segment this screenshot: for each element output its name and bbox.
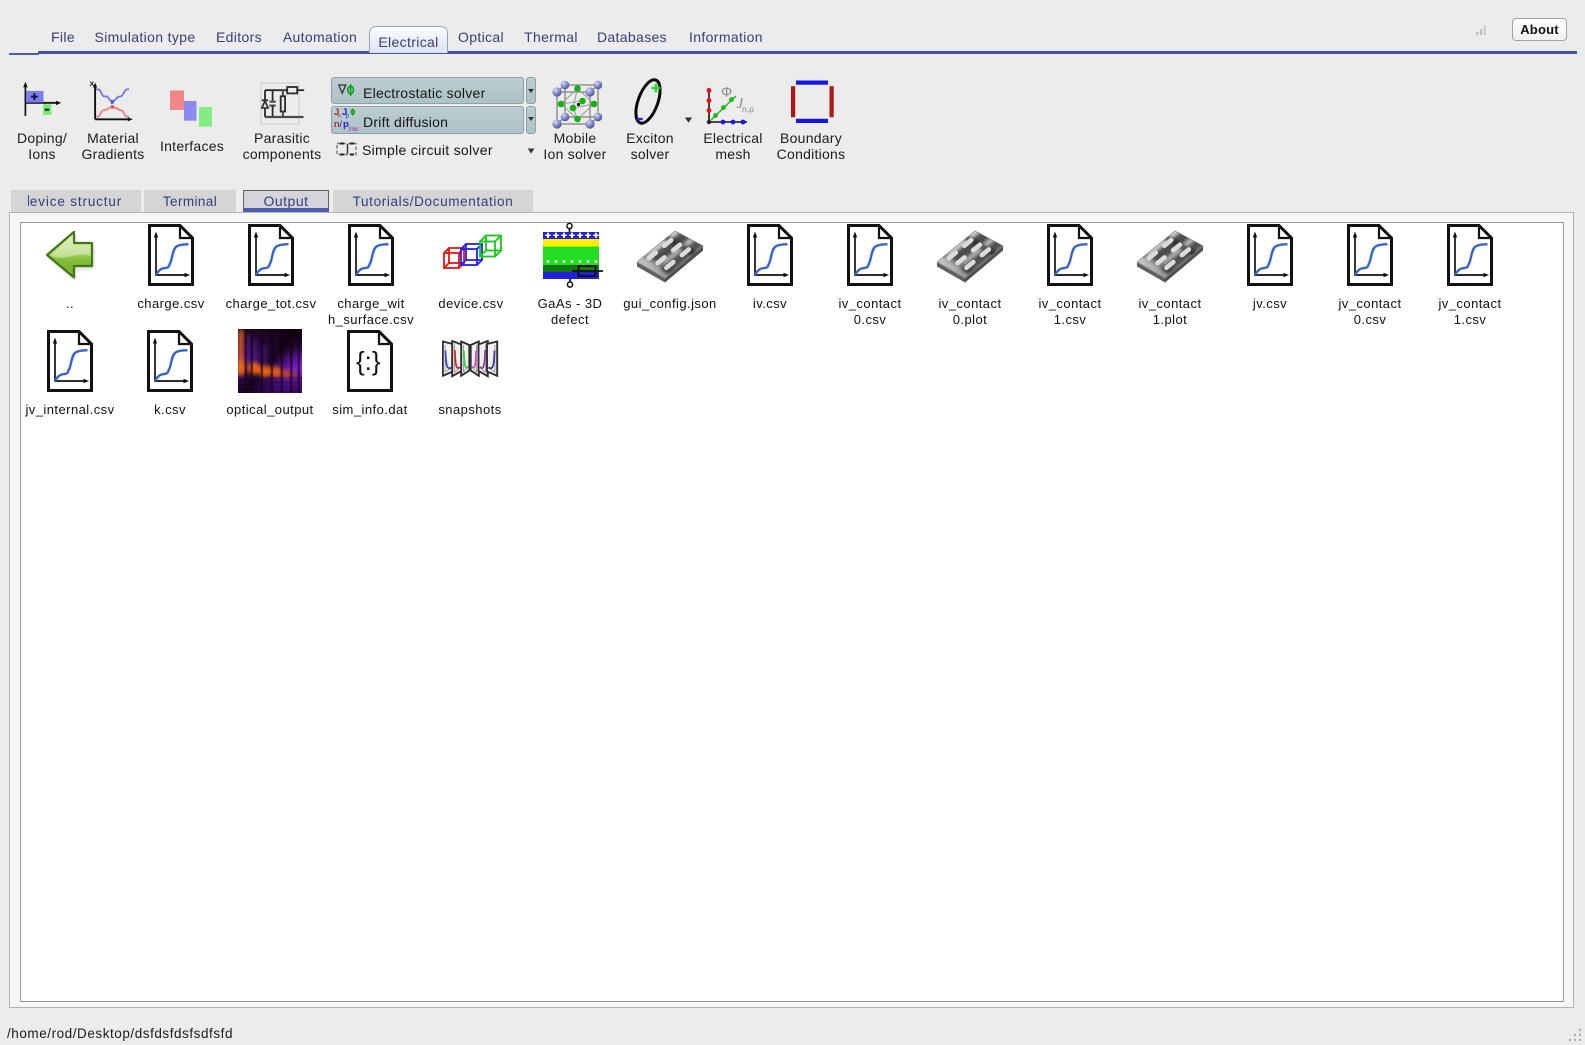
svg-text:n,p: n,p bbox=[742, 104, 754, 114]
svg-text:trap: trap bbox=[349, 127, 358, 133]
svg-text:{:}: {:} bbox=[356, 346, 381, 376]
svg-text:Φ: Φ bbox=[721, 84, 732, 100]
